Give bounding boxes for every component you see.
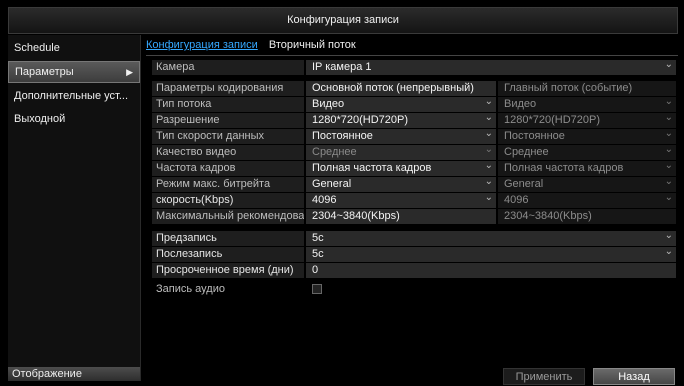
sidebar-item-parameters[interactable]: Параметры ▶ — [8, 61, 140, 83]
video-quality-main-select[interactable]: Среднее — [306, 145, 496, 160]
main-panel: Конфигурация записи Вторичный поток Каме… — [146, 35, 678, 385]
recommended-row: Максимальный рекомендован... 2304~3840(K… — [152, 209, 676, 224]
bitrate-main-select[interactable]: 4096 — [306, 193, 496, 208]
audio-checkbox[interactable] — [312, 284, 322, 294]
audio-row: Запись аудио — [152, 282, 676, 297]
bitrate-type-label: Тип скорости данных — [152, 129, 304, 144]
frame-rate-secondary-select[interactable]: Полная частота кадров — [498, 161, 676, 176]
resolution-main-select[interactable]: 1280*720(HD720P) — [306, 113, 496, 128]
resolution-row: Разрешение 1280*720(HD720P) 1280*720(HD7… — [152, 113, 676, 128]
bitrate-type-main-select[interactable]: Постоянное — [306, 129, 496, 144]
video-quality-row: Качество видео Среднее Среднее — [152, 145, 676, 160]
bitrate-row: скорость(Kbps) 4096 4096 — [152, 193, 676, 208]
pre-record-label: Предзапись — [152, 231, 304, 246]
max-bitrate-mode-row: Режим макс. битрейта General General — [152, 177, 676, 192]
bitrate-type-secondary-select[interactable]: Постоянное — [498, 129, 676, 144]
expired-time-row: Просроченное время (дни) 0 — [152, 263, 676, 278]
camera-label: Камера — [152, 60, 304, 75]
display-menu-button[interactable]: Отображение — [8, 367, 140, 381]
camera-select[interactable]: IP камера 1 — [306, 60, 676, 75]
post-record-label: Послезапись — [152, 247, 304, 262]
expired-time-label: Просроченное время (дни) — [152, 263, 304, 278]
video-quality-secondary-select[interactable]: Среднее — [498, 145, 676, 160]
video-quality-label: Качество видео — [152, 145, 304, 160]
stream-type-row: Тип потока Видео Видео — [152, 97, 676, 112]
frame-rate-row: Частота кадров Полная частота кадров Пол… — [152, 161, 676, 176]
max-bitrate-mode-label: Режим макс. битрейта — [152, 177, 304, 192]
tab-record-config[interactable]: Конфигурация записи — [146, 39, 258, 51]
chevron-right-icon: ▶ — [126, 67, 133, 77]
recommended-label: Максимальный рекомендован... — [152, 209, 304, 224]
bitrate-type-row: Тип скорости данных Постоянное Постоянно… — [152, 129, 676, 144]
expired-time-input[interactable]: 0 — [306, 263, 676, 278]
sidebar: Schedule Параметры ▶ Дополнительные уст.… — [8, 35, 141, 381]
post-record-select[interactable]: 5с — [306, 247, 676, 262]
back-button[interactable]: Назад — [593, 368, 675, 385]
frame-rate-label: Частота кадров — [152, 161, 304, 176]
sidebar-item-label: Параметры — [15, 66, 74, 78]
sidebar-item-output[interactable]: Выходной — [8, 109, 140, 129]
sidebar-item-advanced[interactable]: Дополнительные уст... — [8, 86, 140, 106]
stream-type-secondary-select[interactable]: Видео — [498, 97, 676, 112]
window-title: Конфигурация записи — [8, 7, 678, 34]
frame-rate-main-select[interactable]: Полная частота кадров — [306, 161, 496, 176]
tab-bar: Конфигурация записи Вторичный поток — [146, 39, 678, 56]
resolution-secondary-select[interactable]: 1280*720(HD720P) — [498, 113, 676, 128]
apply-button[interactable]: Применить — [503, 368, 585, 385]
stream-type-main-select[interactable]: Видео — [306, 97, 496, 112]
resolution-label: Разрешение — [152, 113, 304, 128]
camera-row: Камера IP камера 1 — [152, 60, 676, 75]
encoding-main-value: Основной поток (непрерывный) — [306, 81, 496, 96]
sidebar-item-label: Schedule — [14, 42, 60, 54]
encoding-label: Параметры кодирования — [152, 81, 304, 96]
stream-type-label: Тип потока — [152, 97, 304, 112]
tab-substream[interactable]: Вторичный поток — [269, 39, 356, 51]
audio-label: Запись аудио — [156, 283, 225, 295]
recommended-main-value: 2304~3840(Kbps) — [306, 209, 496, 224]
recommended-secondary-value: 2304~3840(Kbps) — [498, 209, 676, 224]
bitrate-secondary-select[interactable]: 4096 — [498, 193, 676, 208]
max-bitrate-mode-main-select[interactable]: General — [306, 177, 496, 192]
sidebar-item-label: Выходной — [14, 113, 66, 125]
encoding-row: Параметры кодирования Основной поток (не… — [152, 81, 676, 96]
bitrate-label: скорость(Kbps) — [152, 193, 304, 208]
pre-record-select[interactable]: 5с — [306, 231, 676, 246]
encoding-secondary-value: Главный поток (событие) — [498, 81, 676, 96]
sidebar-item-schedule[interactable]: Schedule — [8, 38, 140, 58]
pre-record-row: Предзапись 5с — [152, 231, 676, 246]
max-bitrate-mode-secondary-select[interactable]: General — [498, 177, 676, 192]
sidebar-item-label: Дополнительные уст... — [14, 90, 128, 102]
post-record-row: Послезапись 5с — [152, 247, 676, 262]
